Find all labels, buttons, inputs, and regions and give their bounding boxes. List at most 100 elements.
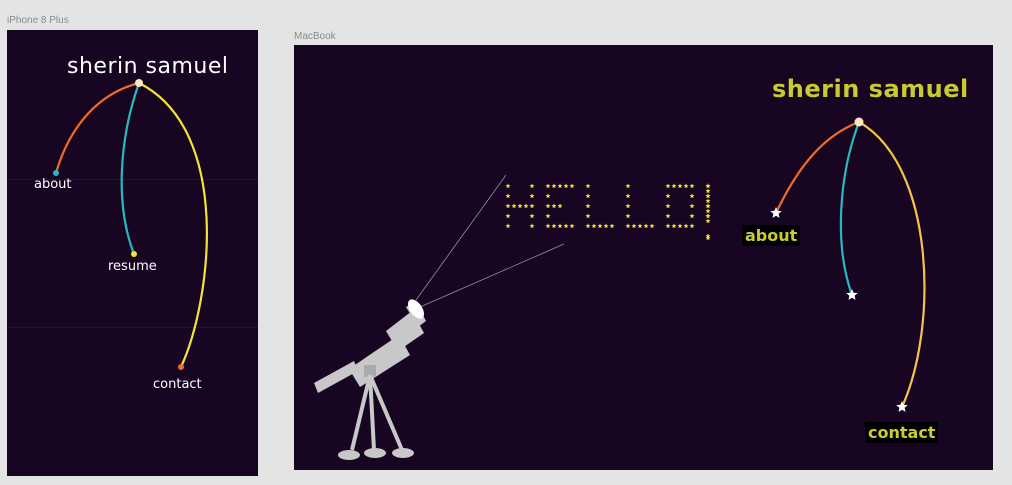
nav-link-contact[interactable]: contact — [865, 422, 939, 443]
telescope-icon — [314, 299, 426, 460]
star-icon — [689, 203, 695, 209]
artboard-label-macbook: MacBook — [294, 31, 336, 42]
star-icon — [705, 213, 711, 219]
star-icon — [557, 203, 563, 209]
branch-contact — [858, 121, 926, 408]
star-icon — [505, 223, 511, 229]
star-icon — [529, 203, 535, 209]
star-icon — [557, 223, 563, 229]
star-icon — [665, 223, 671, 229]
root-node — [854, 117, 864, 127]
star-icon — [557, 183, 563, 189]
star-icon — [545, 213, 551, 219]
star-icon — [846, 289, 858, 300]
star-icon — [665, 183, 671, 189]
star-icon — [585, 223, 591, 229]
star-icon — [705, 198, 711, 204]
star-icon — [551, 203, 557, 209]
branch-resume — [839, 121, 861, 296]
nav-link-contact[interactable]: contact — [153, 377, 202, 392]
beam-top — [415, 174, 507, 301]
star-icon — [505, 213, 511, 219]
artboard-macbook: sherin samuel about contact — [294, 45, 993, 470]
star-icon — [705, 208, 711, 214]
star-icon — [563, 223, 569, 229]
star-icon — [603, 223, 609, 229]
star-icon — [625, 193, 631, 199]
star-icon — [665, 193, 671, 199]
star-icon — [665, 203, 671, 209]
star-icon — [563, 183, 569, 189]
star-icon — [545, 203, 551, 209]
node-resume — [131, 251, 137, 257]
star-icon — [505, 183, 511, 189]
nav-branches — [53, 79, 208, 370]
star-icon — [625, 213, 631, 219]
star-icon — [529, 193, 535, 199]
star-icon — [689, 193, 695, 199]
hello-greeting — [505, 183, 711, 241]
star-icon — [517, 203, 523, 209]
root-node — [135, 79, 143, 87]
star-icon — [705, 235, 711, 241]
star-icon — [585, 193, 591, 199]
star-icon — [591, 223, 597, 229]
star-icon — [677, 223, 683, 229]
star-icon — [705, 183, 711, 189]
branch-contact — [138, 82, 208, 368]
nav-link-resume[interactable]: resume — [108, 259, 157, 274]
star-icon — [689, 213, 695, 219]
star-icon — [585, 183, 591, 189]
artboard-label-iphone: iPhone 8 Plus — [7, 15, 69, 26]
star-icon — [505, 203, 511, 209]
star-icon — [705, 218, 711, 224]
star-icon — [529, 213, 535, 219]
star-icon — [597, 223, 603, 229]
star-icon — [665, 213, 671, 219]
beam-bottom — [419, 243, 565, 308]
telescope-scene — [314, 117, 926, 460]
star-icon — [689, 223, 695, 229]
star-icon — [511, 203, 517, 209]
star-icon — [705, 203, 711, 209]
star-icon — [896, 401, 908, 412]
star-icon — [705, 188, 711, 194]
star-icon — [671, 183, 677, 189]
site-title: sherin samuel — [67, 54, 229, 79]
artboard-iphone: sherin samuel about resume contact — [7, 30, 258, 476]
nav-link-about[interactable]: about — [34, 177, 72, 192]
star-icon — [529, 183, 535, 189]
star-icon — [631, 223, 637, 229]
site-title: sherin samuel — [772, 75, 969, 103]
star-icon — [683, 183, 689, 189]
node-about — [53, 170, 59, 176]
star-icon — [545, 223, 551, 229]
star-icon — [770, 207, 782, 218]
star-icon — [545, 183, 551, 189]
star-icon — [643, 223, 649, 229]
star-icon — [625, 203, 631, 209]
star-icon — [505, 193, 511, 199]
branch-resume — [120, 82, 141, 255]
star-icon — [551, 223, 557, 229]
star-icon — [637, 223, 643, 229]
star-icon — [625, 183, 631, 189]
star-icon — [625, 223, 631, 229]
star-icon — [683, 223, 689, 229]
star-icon — [677, 183, 683, 189]
star-icon — [569, 223, 575, 229]
star-icon — [689, 183, 695, 189]
star-icon — [671, 223, 677, 229]
star-icon — [609, 223, 615, 229]
star-icon — [585, 203, 591, 209]
star-icon — [529, 223, 535, 229]
star-icon — [649, 223, 655, 229]
star-icon — [585, 213, 591, 219]
node-contact — [178, 364, 184, 370]
star-icon — [545, 193, 551, 199]
star-icon — [705, 193, 711, 199]
star-icon — [569, 183, 575, 189]
star-icon — [551, 183, 557, 189]
star-icon — [523, 203, 529, 209]
nav-link-about[interactable]: about — [742, 225, 801, 246]
